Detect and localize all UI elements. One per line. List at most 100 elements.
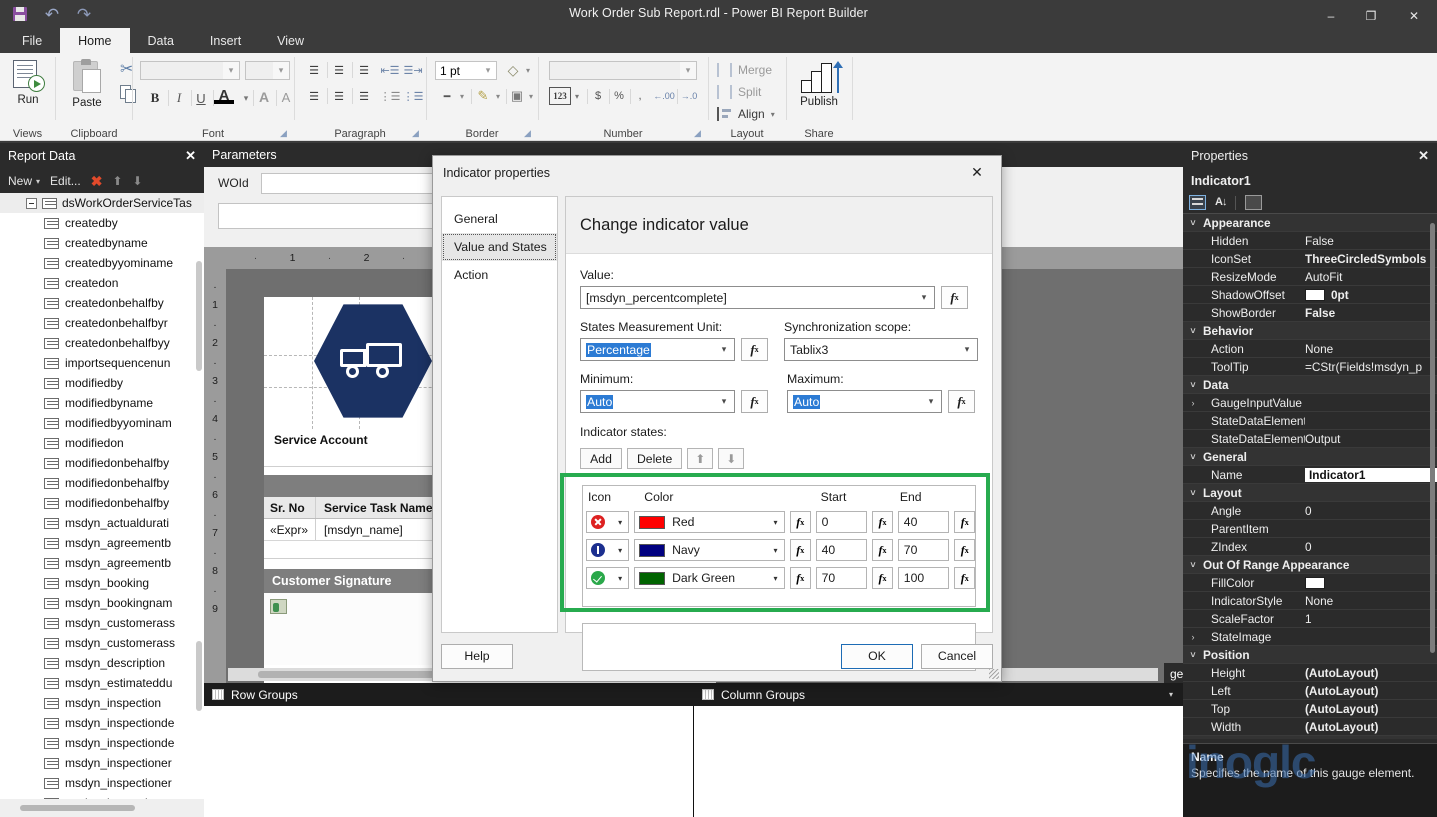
chevron-down-icon[interactable]: ˅ xyxy=(1183,488,1203,498)
property-category[interactable]: ˅Out Of Range Appearance xyxy=(1183,556,1437,574)
field-item[interactable]: createdonbehalfbyr xyxy=(0,313,204,333)
italic-button[interactable]: I xyxy=(169,88,189,108)
state-color-combo[interactable]: Dark Green▾ xyxy=(634,567,785,589)
border-width-combo[interactable]: 1 pt▾ xyxy=(435,61,497,80)
maximum-expression-button[interactable]: fx xyxy=(948,390,975,413)
property-value[interactable]: Indicator1 xyxy=(1305,468,1437,482)
field-item[interactable]: modifiedby xyxy=(0,373,204,393)
property-category[interactable]: ˅States xyxy=(1183,736,1437,739)
chevron-down-icon[interactable]: ▾ xyxy=(612,546,628,555)
properties-close-icon[interactable]: ✕ xyxy=(1418,148,1429,164)
borders-dropdown-icon[interactable]: ▾ xyxy=(526,88,536,104)
field-item[interactable]: importsequencenun xyxy=(0,353,204,373)
groups-menu-icon[interactable]: ▾ xyxy=(1169,690,1173,699)
percent-button[interactable]: % xyxy=(610,87,628,105)
border-style-icon[interactable]: ━ xyxy=(437,87,457,105)
field-item[interactable]: createdonbehalfby xyxy=(0,293,204,313)
field-item[interactable]: createdby xyxy=(0,213,204,233)
property-value[interactable]: Output xyxy=(1305,432,1437,446)
border-fill-icon[interactable]: ◇ xyxy=(503,61,523,79)
property-row[interactable]: Angle0 xyxy=(1183,502,1437,520)
number-category-icon[interactable]: 123 xyxy=(549,87,571,105)
move-state-up-icon[interactable]: ⬆ xyxy=(687,448,713,469)
property-value[interactable] xyxy=(1305,576,1437,590)
help-button[interactable]: Help xyxy=(441,644,513,669)
chevron-right-icon[interactable]: › xyxy=(1183,398,1203,408)
state-end-input[interactable]: 100 xyxy=(898,567,950,589)
state-start-input[interactable]: 70 xyxy=(816,567,868,589)
align-bottom-icon[interactable]: ☰ xyxy=(353,61,375,79)
run-button[interactable]: Run xyxy=(6,57,50,106)
nav-item-action[interactable]: Action xyxy=(442,261,557,289)
states-unit-combo[interactable]: Percentage▾ xyxy=(580,338,735,361)
decrease-decimal-button[interactable]: →.0 xyxy=(678,87,700,105)
chevron-down-icon[interactable]: ˅ xyxy=(1183,326,1203,336)
state-color-combo[interactable]: Red▾ xyxy=(634,511,785,533)
property-row[interactable]: FillColor xyxy=(1183,574,1437,592)
increase-decimal-button[interactable]: ←.00 xyxy=(653,87,675,105)
chevron-down-icon[interactable]: ˅ xyxy=(1183,380,1203,390)
states-unit-expression-button[interactable]: fx xyxy=(741,338,768,361)
state-icon-combo[interactable]: ▾ xyxy=(586,539,629,561)
property-row[interactable]: Width(AutoLayout) xyxy=(1183,718,1437,736)
property-value[interactable]: None xyxy=(1305,342,1437,356)
state-icon-combo[interactable]: ▾ xyxy=(586,511,629,533)
publish-button[interactable]: Publish xyxy=(787,57,851,108)
field-item[interactable]: createdbyname xyxy=(0,233,204,253)
chevron-down-icon[interactable]: ˅ xyxy=(1183,452,1203,462)
property-row[interactable]: ShadowOffset0pt xyxy=(1183,286,1437,304)
report-data-close-icon[interactable]: ✕ xyxy=(185,148,196,164)
chevron-down-icon[interactable]: ▾ xyxy=(767,574,784,583)
field-item[interactable]: msdyn_bookingnam xyxy=(0,593,204,613)
property-row[interactable]: Top(AutoLayout) xyxy=(1183,700,1437,718)
number-format-combo[interactable]: ▾ xyxy=(549,61,697,80)
border-fill-dropdown-icon[interactable]: ▾ xyxy=(523,62,533,78)
field-item[interactable]: msdyn_inspectioner xyxy=(0,773,204,793)
property-row[interactable]: ActionNone xyxy=(1183,340,1437,358)
chevron-down-icon[interactable]: ˅ xyxy=(1183,560,1203,570)
split-button[interactable]: Split xyxy=(717,85,761,99)
field-item[interactable]: modifiedbyname xyxy=(0,393,204,413)
property-row[interactable]: IndicatorStyleNone xyxy=(1183,592,1437,610)
property-row[interactable]: ToolTip=CStr(Fields!msdyn_p xyxy=(1183,358,1437,376)
align-left-icon[interactable]: ☰ xyxy=(303,87,325,105)
start-expression-button[interactable]: fx xyxy=(872,539,893,561)
report-data-scrollbar[interactable] xyxy=(196,261,202,371)
bullet-list-icon[interactable]: ⋮☰ xyxy=(379,87,401,105)
border-color-icon[interactable]: ✎ xyxy=(473,87,493,105)
add-state-button[interactable]: Add xyxy=(580,448,622,469)
tab-file[interactable]: File xyxy=(4,28,60,53)
property-category[interactable]: ˅Appearance xyxy=(1183,214,1437,232)
property-row[interactable]: NameIndicator1 xyxy=(1183,466,1437,484)
font-color-swatch[interactable] xyxy=(214,100,234,104)
property-value[interactable]: (AutoLayout) xyxy=(1305,720,1437,734)
field-item[interactable]: msdyn_customerass xyxy=(0,633,204,653)
property-value[interactable]: 0pt xyxy=(1305,288,1437,302)
align-middle-icon[interactable]: ☰ xyxy=(328,61,350,79)
field-item[interactable]: msdyn_inspection xyxy=(0,693,204,713)
maximum-combo[interactable]: Auto▾ xyxy=(787,390,942,413)
color-expression-button[interactable]: fx xyxy=(790,511,811,533)
number-dialog-launcher-icon[interactable]: ◢ xyxy=(694,129,703,138)
property-value[interactable]: 0 xyxy=(1305,504,1437,518)
start-expression-button[interactable]: fx xyxy=(872,511,893,533)
property-value[interactable]: (AutoLayout) xyxy=(1305,666,1437,680)
field-item[interactable]: msdyn_inspectionde xyxy=(0,733,204,753)
property-row[interactable]: ParentItem xyxy=(1183,520,1437,538)
property-value[interactable]: False xyxy=(1305,234,1437,248)
grow-font-button[interactable]: A xyxy=(254,87,274,107)
field-item[interactable]: modifiedonbehalfby xyxy=(0,453,204,473)
property-row[interactable]: ShowBorderFalse xyxy=(1183,304,1437,322)
chevron-down-icon[interactable]: ▾ xyxy=(612,574,628,583)
ok-button[interactable]: OK xyxy=(841,644,913,669)
state-color-combo[interactable]: Navy▾ xyxy=(634,539,785,561)
field-item[interactable]: msdyn_customerass xyxy=(0,613,204,633)
end-expression-button[interactable]: fx xyxy=(954,539,975,561)
nav-item-general[interactable]: General xyxy=(442,205,557,233)
border-color-dropdown-icon[interactable]: ▾ xyxy=(493,88,503,104)
state-end-input[interactable]: 40 xyxy=(898,511,950,533)
field-item[interactable]: msdyn_estimateddu xyxy=(0,673,204,693)
property-value[interactable]: =CStr(Fields!msdyn_p xyxy=(1305,360,1437,374)
field-item[interactable]: modifiedonbehalfby xyxy=(0,473,204,493)
align-button[interactable]: Align ▾ xyxy=(717,107,775,121)
